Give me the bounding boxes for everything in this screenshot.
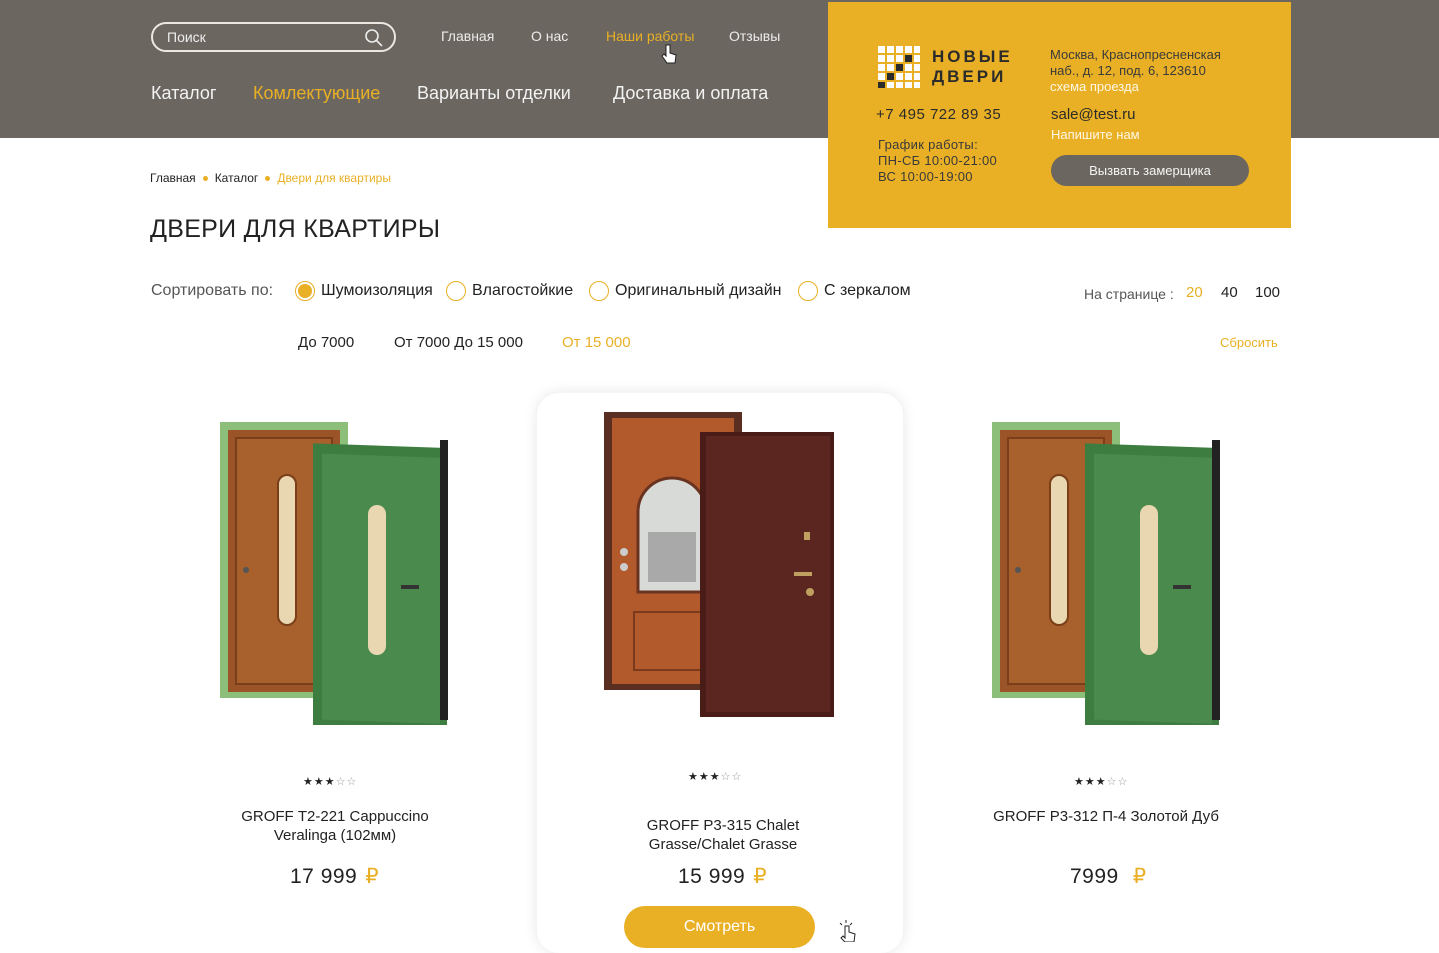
rating-stars: ★★★☆☆	[688, 770, 742, 783]
sort-label: Сортировать по:	[151, 282, 274, 299]
search-input[interactable]	[153, 29, 353, 45]
product-name[interactable]: GROFF Р3-315 Chalet Grasse/Chalet Grasse	[583, 816, 863, 854]
address-line1: Москва, Краснопресненская	[1050, 47, 1221, 62]
product-image[interactable]	[218, 420, 450, 725]
reset-filters-link[interactable]: Сбросить	[1220, 335, 1278, 350]
per-page-label: На странице :	[1084, 286, 1174, 302]
sort-option-moisture[interactable]: Влагостойкие	[446, 281, 573, 301]
hand-cursor-icon	[661, 44, 677, 64]
sort-option-noise[interactable]: Шумоизоляция	[295, 281, 433, 301]
topnav-about[interactable]: О нас	[531, 28, 568, 44]
breadcrumb-separator	[265, 175, 271, 181]
sort-option-mirror[interactable]: С зеркалом	[798, 281, 911, 301]
per-page-40[interactable]: 40	[1221, 284, 1238, 301]
radio-checked-icon	[295, 281, 315, 301]
hours-sunday: ВС 10:00-19:00	[878, 169, 973, 184]
breadcrumb-home[interactable]: Главная	[150, 171, 196, 185]
hours-weekdays: ПН-СБ 10:00-21:00	[878, 153, 998, 168]
product-price: 17 999 ₽	[290, 865, 380, 888]
mainnav-finishes[interactable]: Варианты отделки	[417, 83, 571, 104]
work-hours: График работы: ПН-СБ 10:00-21:00 ВС 10:0…	[878, 137, 997, 185]
breadcrumb: Главная Каталог Двери для квартиры	[150, 171, 391, 185]
star-filled-icon: ★★★	[688, 771, 721, 783]
star-filled-icon: ★★★	[303, 776, 336, 788]
address-line2: наб., д. 12, под. 6, 123610	[1050, 63, 1206, 78]
ruble-icon: ₽	[365, 865, 380, 888]
topnav-home[interactable]: Главная	[441, 28, 494, 44]
sort-option-label: С зеркалом	[824, 282, 911, 299]
radio-icon	[589, 281, 609, 301]
product-name[interactable]: GROFF Т2-221 Cappuccino Veralinga (102мм…	[195, 807, 475, 845]
hours-title: График работы:	[878, 137, 978, 152]
sort-option-label: Влагостойкие	[472, 282, 574, 299]
rating-stars: ★★★☆☆	[303, 775, 357, 788]
topnav-works[interactable]: Наши работы	[606, 28, 694, 44]
click-cursor-icon	[839, 920, 856, 942]
radio-icon	[446, 281, 466, 301]
breadcrumb-catalog[interactable]: Каталог	[215, 171, 259, 185]
breadcrumb-current: Двери для квартиры	[277, 171, 391, 185]
email[interactable]: sale@test.ru	[1051, 106, 1135, 123]
star-empty-icon: ☆☆	[1106, 776, 1129, 788]
rating-stars: ★★★☆☆	[1074, 775, 1128, 788]
price-filter-under-7000[interactable]: До 7000	[298, 334, 354, 351]
mainnav-delivery[interactable]: Доставка и оплата	[613, 83, 768, 104]
price-filter-7000-15000[interactable]: От 7000 До 15 000	[394, 334, 523, 351]
star-empty-icon: ☆☆	[720, 771, 743, 783]
sort-option-design[interactable]: Оригинальный дизайн	[589, 281, 781, 301]
search-box[interactable]	[151, 22, 396, 52]
mainnav-accessories[interactable]: Комлектующие	[253, 83, 380, 104]
logo-line1: НОВЫЕ	[932, 47, 1013, 66]
logo-line2: ДВЕРИ	[932, 67, 1007, 86]
star-empty-icon: ☆☆	[335, 776, 358, 788]
product-price: 7999 ₽	[1070, 865, 1147, 888]
ruble-icon: ₽	[1132, 865, 1147, 888]
star-filled-icon: ★★★	[1074, 776, 1107, 788]
per-page-100[interactable]: 100	[1255, 284, 1280, 301]
product-price: 15 999 ₽	[678, 865, 768, 888]
call-measurer-button[interactable]: Вызвать замерщика	[1051, 155, 1249, 186]
ruble-icon: ₽	[753, 865, 768, 888]
radio-icon	[798, 281, 818, 301]
sort-option-label: Оригинальный дизайн	[615, 282, 782, 299]
per-page-20[interactable]: 20	[1186, 284, 1203, 301]
route-link[interactable]: схема проезда	[1050, 79, 1139, 94]
address: Москва, Краснопресненская наб., д. 12, п…	[1050, 47, 1221, 95]
mainnav-catalog[interactable]: Каталог	[151, 83, 216, 104]
product-image[interactable]	[990, 420, 1222, 725]
price-filter-over-15000[interactable]: От 15 000	[562, 334, 631, 351]
product-image[interactable]	[604, 412, 838, 719]
page-title: ДВЕРИ ДЛЯ КВАРТИРЫ	[150, 215, 441, 243]
logo-grid-icon	[878, 46, 920, 88]
product-name[interactable]: GROFF Р3-312 П-4 Золотой Дуб	[966, 807, 1246, 826]
search-icon[interactable]	[364, 28, 384, 48]
topnav-reviews[interactable]: Отзывы	[729, 28, 780, 44]
write-us-link[interactable]: Напишите нам	[1051, 127, 1140, 142]
logo[interactable]: НОВЫЕ ДВЕРИ	[878, 46, 1013, 88]
phone-number[interactable]: +7 495 722 89 35	[876, 106, 1001, 123]
sort-option-label: Шумоизоляция	[321, 282, 433, 299]
breadcrumb-separator	[202, 175, 208, 181]
contact-panel: НОВЫЕ ДВЕРИ +7 495 722 89 35 График рабо…	[828, 2, 1291, 228]
